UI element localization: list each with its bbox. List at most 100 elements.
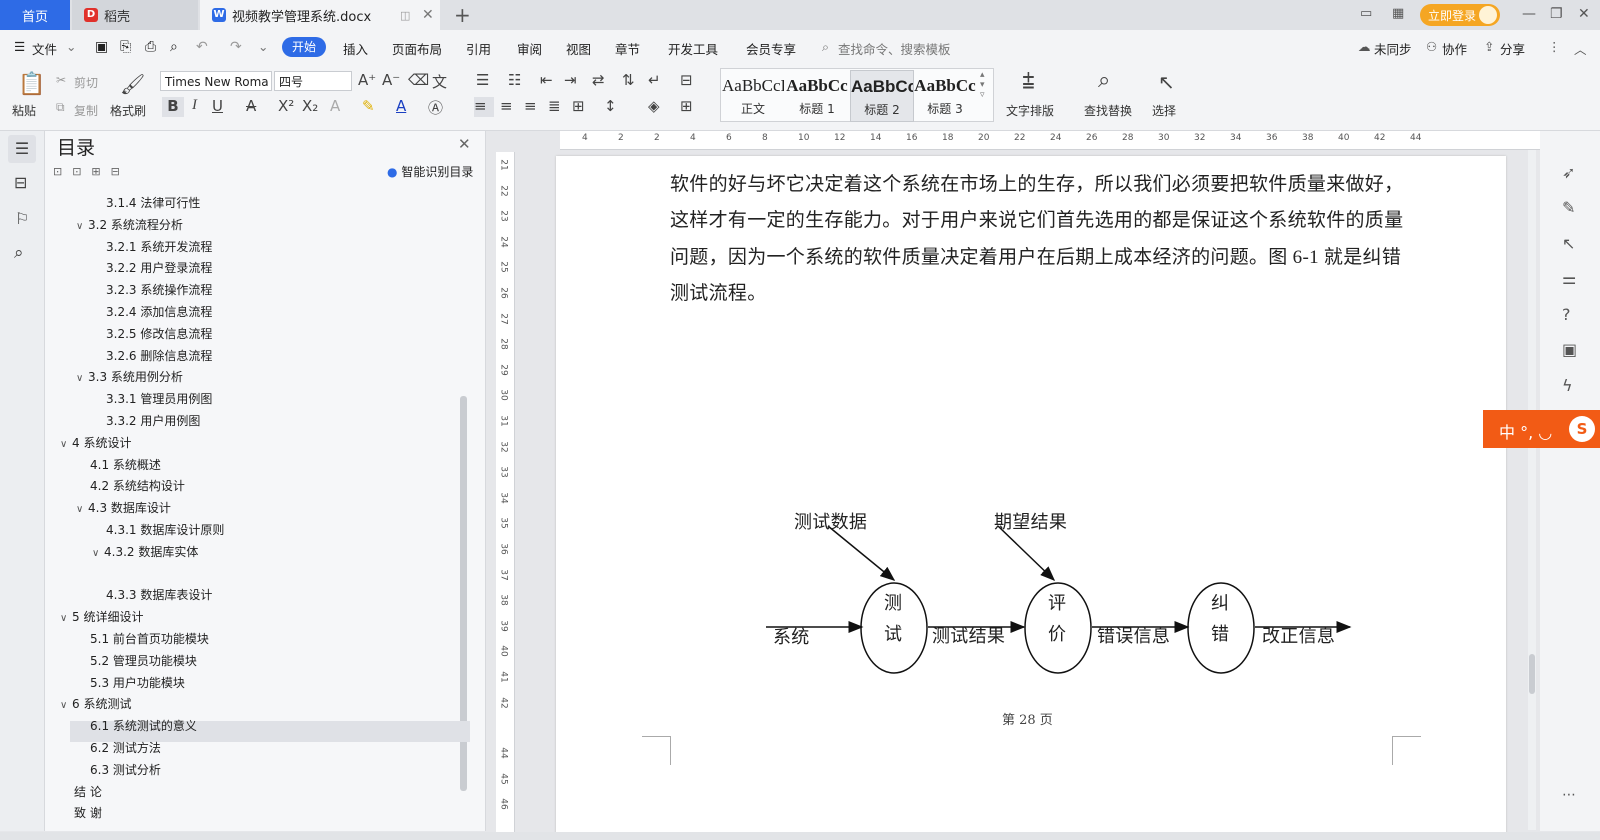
rocket-icon[interactable]: ➶ <box>1562 163 1575 182</box>
style-heading-2[interactable]: AaBbCcI 标题 2 <box>850 70 914 122</box>
toc-item[interactable]: 4.1 系统概述 <box>90 455 161 475</box>
document-page[interactable]: 软件的好与坏它决定着这个系统在市场上的生存，所以我们必须要把软件质量来做好， 这… <box>556 156 1506 836</box>
style-heading-1[interactable]: AaBbCc 标题 1 <box>786 70 848 120</box>
tab-home[interactable]: 首页 <box>0 0 70 30</box>
toc-item[interactable]: 结 论 <box>74 782 102 802</box>
export-icon[interactable]: ⎘ <box>120 39 131 55</box>
toc-item[interactable]: 5.1 前台首页功能模块 <box>90 629 209 649</box>
help-icon[interactable]: ? <box>1562 305 1571 324</box>
highlight-icon[interactable]: ✎ <box>362 97 375 115</box>
strikethrough-icon[interactable]: A <box>246 97 256 115</box>
outline-icon[interactable]: ⊟ <box>14 173 27 192</box>
toc-item[interactable]: 3.3.1 管理员用例图 <box>106 389 212 409</box>
toc-item[interactable]: 5.3 用户功能模块 <box>90 673 185 693</box>
close-toc-icon[interactable]: ✕ <box>458 135 471 153</box>
collab-button[interactable]: 协作 <box>1442 39 1467 58</box>
sliders-icon[interactable]: ⚌ <box>1562 269 1576 288</box>
justify-icon[interactable]: ≣ <box>548 97 561 115</box>
toc-item[interactable]: 5.2 管理员功能模块 <box>90 651 197 671</box>
menu-insert[interactable]: 插入 <box>343 39 368 58</box>
menu-view[interactable]: 视图 <box>566 39 591 58</box>
collapse-ribbon-icon[interactable]: ︿ <box>1574 39 1587 58</box>
sogou-icon[interactable]: S <box>1569 416 1595 442</box>
toc-toolbar-icons[interactable]: ⊡⊡⊞⊟ <box>53 165 130 178</box>
restore-icon[interactable]: ❐ <box>1550 6 1563 22</box>
chevron-down-icon[interactable]: ∨ <box>92 544 104 564</box>
share-button[interactable]: 分享 <box>1500 39 1525 58</box>
text-layout-icon[interactable]: ⩲ <box>1022 70 1035 95</box>
chevron-down-icon[interactable]: ∨ <box>60 435 72 455</box>
paste-button[interactable]: 粘贴 <box>12 102 36 119</box>
subscript-icon[interactable]: X₂ <box>302 97 318 115</box>
toc-item[interactable]: ∨ 4.3.2 数据库实体 <box>92 542 198 562</box>
tab-document[interactable]: W 视频教学管理系统.docx ◫ ✕ <box>200 0 440 30</box>
toc-item[interactable]: 3.2.1 系统开发流程 <box>106 237 212 257</box>
more-horizontal-icon[interactable]: ⋯ <box>1562 787 1576 803</box>
minimize-icon[interactable]: — <box>1522 6 1536 22</box>
line-spacing-icon[interactable]: ↕ <box>604 97 617 115</box>
toc-item[interactable]: ∨ 6 系统测试 <box>60 694 131 714</box>
style-heading-3[interactable]: AaBbCc 标题 3 <box>914 70 976 120</box>
pin-icon[interactable]: ◫ <box>400 9 410 22</box>
bold-icon[interactable]: B <box>162 97 184 117</box>
layout-icon[interactable]: ▭ <box>1360 6 1372 21</box>
chevron-down-icon[interactable]: ⌄ <box>66 39 76 54</box>
menu-developer[interactable]: 开发工具 <box>668 39 718 58</box>
increase-indent-icon[interactable]: ⇥ <box>564 71 577 89</box>
lightning-icon[interactable]: ϟ <box>1562 376 1573 395</box>
format-painter-icon[interactable]: 🖌 <box>120 72 145 96</box>
cursor-icon[interactable]: ↖ <box>1562 234 1575 253</box>
command-search[interactable]: 查找命令、搜索模板 <box>838 39 951 58</box>
bookmark-icon[interactable]: ⚐ <box>15 209 29 228</box>
sort-icon[interactable]: ⇅ <box>622 71 635 89</box>
hamburger-icon[interactable]: ☰ <box>14 39 25 54</box>
tab-stop-icon[interactable]: ⊟ <box>680 71 693 89</box>
toc-item[interactable]: 4.3.3 数据库表设计 <box>106 585 212 605</box>
shading-icon[interactable]: ◈ <box>648 97 660 115</box>
vertical-ruler[interactable]: 21 22 23 24 25 26 27 28 29 30 31 32 33 34 35 36 37 38 39 40… <box>496 152 515 832</box>
borders-icon[interactable]: ⊞ <box>680 97 693 115</box>
clear-format-icon[interactable]: ⌫ <box>408 71 429 89</box>
italic-icon[interactable]: I <box>192 97 197 114</box>
more-vertical-icon[interactable]: ⋮ <box>1548 39 1561 54</box>
toc-item[interactable]: 3.2.5 修改信息流程 <box>106 324 212 344</box>
search-doc-icon[interactable]: ⌕ <box>14 243 24 263</box>
font-color-icon[interactable]: A <box>396 97 406 115</box>
toc-item[interactable]: ∨ 3.3 系统用例分析 <box>76 367 183 387</box>
distribute-icon[interactable]: ⊞ <box>572 97 585 115</box>
text-effect-icon[interactable]: A <box>330 97 340 115</box>
print-icon[interactable]: ⎙ <box>145 39 156 55</box>
font-name-select[interactable]: Times New Roma <box>160 71 272 91</box>
toc-item[interactable]: 6.3 测试分析 <box>90 760 161 780</box>
find-replace-button[interactable]: 查找替换 <box>1084 102 1132 119</box>
smart-toc-button[interactable]: ● 智能识别目录 <box>387 163 473 180</box>
tab-daoke[interactable]: D 稻壳 <box>72 0 198 30</box>
menu-references[interactable]: 引用 <box>466 39 491 58</box>
sync-status[interactable]: 未同步 <box>1374 39 1412 58</box>
menu-start[interactable]: 开始 <box>282 37 326 57</box>
toc-view-icon[interactable]: ☰ <box>8 135 36 163</box>
redo-icon[interactable]: ↷ <box>230 39 242 55</box>
toc-item[interactable]: 3.2.3 系统操作流程 <box>106 280 212 300</box>
ime-toolbar[interactable]: 中 °, ◡ S <box>1483 410 1600 448</box>
close-tab-icon[interactable]: ✕ <box>422 7 434 23</box>
login-button[interactable]: 立即登录 <box>1420 4 1500 26</box>
text-layout-button[interactable]: 文字排版 <box>1006 102 1054 119</box>
decrease-indent-icon[interactable]: ⇤ <box>540 71 553 89</box>
toc-item[interactable]: 致 谢 <box>74 803 102 823</box>
menu-page-layout[interactable]: 页面布局 <box>392 39 442 58</box>
undo-icon[interactable]: ↶ <box>196 39 208 55</box>
align-center-icon[interactable]: ≡ <box>500 97 513 115</box>
chevron-down-icon[interactable]: ∨ <box>60 696 72 716</box>
toc-item[interactable]: 3.1.4 法律可行性 <box>106 193 200 213</box>
char-border-icon[interactable]: Ⓐ <box>428 97 443 118</box>
doc-scrollbar[interactable] <box>1528 150 1536 830</box>
copy-button[interactable]: 复制 <box>74 102 98 119</box>
horizontal-ruler[interactable]: 4 2 2 4 6 8 10 12 14 16 18 20 22 24 26 28 30 32 34 36 38 40 42… <box>560 131 1540 150</box>
image-tool-icon[interactable]: ▣ <box>1562 340 1577 359</box>
cut-button[interactable]: 剪切 <box>74 74 98 91</box>
underline-icon[interactable]: U <box>212 97 223 115</box>
chevron-down-icon[interactable]: ∨ <box>76 369 88 389</box>
grow-font-icon[interactable]: A⁺ <box>358 71 376 89</box>
menu-review[interactable]: 审阅 <box>517 39 542 58</box>
